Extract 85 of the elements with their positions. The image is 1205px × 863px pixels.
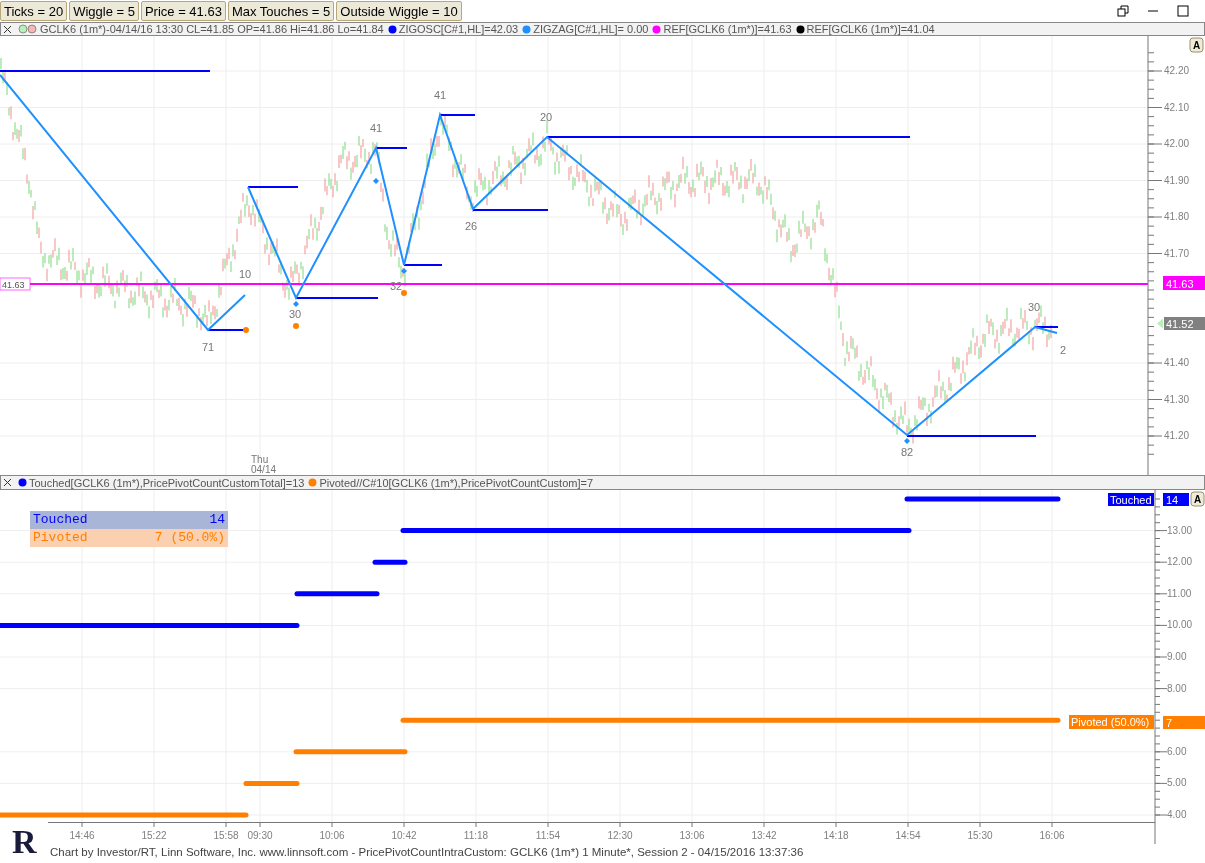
parameter-button[interactable]: Max Touches = 5 [227, 1, 335, 21]
close-icon[interactable] [3, 24, 12, 34]
series-tag: Pivoted (50.0%) [1069, 715, 1154, 729]
series-value-tag: 7 [1163, 716, 1205, 729]
price-axis-label: 41.20 [1164, 430, 1190, 441]
summary-value: 14 [209, 511, 225, 529]
count-axis-label: 9.00 [1167, 651, 1187, 662]
count-axis-label: 13.00 [1167, 524, 1193, 536]
time-axis-label: 14:46 [69, 830, 95, 841]
pivot-count-label: 26 [464, 220, 478, 232]
pivot-count-label: 20 [539, 111, 553, 123]
pivot-diamond-icon [401, 268, 407, 274]
price-axis-label: 41.80 [1164, 211, 1190, 222]
autoscale-button[interactable]: A [1190, 491, 1205, 507]
price-axis-label: 41.30 [1164, 393, 1190, 405]
last-price-pointer-icon [1157, 318, 1163, 329]
pivot-count-label: 41 [433, 89, 447, 101]
reference-price-tag: 41.63 [0, 277, 31, 291]
pivot-count-label: 41 [369, 122, 383, 134]
count-axis-label: 8.00 [1167, 682, 1187, 694]
pivot-count-label: 30 [1027, 301, 1041, 313]
summary-label: Pivoted [33, 529, 88, 547]
pivot-count-label: 10 [238, 268, 252, 280]
autoscale-button[interactable]: A [1189, 37, 1204, 53]
pivot-diamond-icon [904, 438, 910, 444]
pivot-dot-icon [293, 323, 299, 329]
last-price-tag: 41.52 [1164, 317, 1205, 330]
pivot-count-label: 82 [900, 446, 914, 458]
time-axis-label: 15:58 [213, 830, 239, 841]
maximize-icon[interactable] [1177, 5, 1189, 17]
legend-label: Touched[GCLK6 (1m*),PricePivotCountCustomTotal]=13 [29, 476, 305, 489]
time-axis-label: 09:30 [247, 830, 273, 841]
count-axis-label: 6.00 [1167, 745, 1187, 757]
legend-label: ZIGZAG[C#1,HL]= 0.00 [533, 23, 649, 35]
close-icon[interactable] [3, 478, 12, 487]
time-axis-label: 15:22 [141, 830, 167, 841]
day-label: Thu [251, 454, 269, 465]
price-axis-label: 41.90 [1164, 174, 1190, 186]
footer-text: Chart by Investor/RT, Linn Software, Inc. www.linnsoft.com - PricePivotCountIntraCustom: GCLK6 (1m*) 1 Minute*, Session 2 - 04/15/2016 13:37:36 [49, 845, 805, 860]
summary-value: 7 (50.0%) [154, 529, 225, 547]
series-tag: Touched [1108, 493, 1154, 506]
parameter-button[interactable]: Outside Wiggle = 10 [336, 1, 462, 21]
legend-label: REF[GCLK6 (1m*)]=41.04 [806, 23, 935, 35]
legend-label: GCLK6 (1m*)-04/14/16 13:30 CL=41.85 OP=41.86 Hi=41.86 Lo=41.84 [40, 23, 384, 35]
pivot-dot-icon [243, 327, 249, 333]
count-axis-label: 12.00 [1167, 556, 1193, 568]
time-axis-label: 15:30 [967, 830, 993, 841]
pivot-diamond-icon [293, 301, 299, 307]
pivot-count-label: 71 [201, 341, 215, 353]
pivot-dot-icon [401, 290, 407, 296]
count-axis-label: 5.00 [1167, 777, 1187, 789]
reference-price-tag: 41.63 [1163, 276, 1205, 290]
bar-series-icon [18, 24, 38, 34]
pivot-diamond-icon [373, 178, 379, 184]
legend-label: ZIGOSC[C#1,HL]=42.03 [398, 23, 519, 35]
count-axis-label: 4.00 [1167, 809, 1187, 820]
parameter-button[interactable]: Price = 41.63 [140, 1, 226, 21]
date-label: 04/14 [251, 464, 277, 475]
legend-label: REF[GCLK6 (1m*)]=41.63 [663, 23, 792, 35]
series-value-tag: 14 [1163, 493, 1189, 506]
price-axis-label: 41.70 [1164, 247, 1190, 259]
parameter-button[interactable]: Wiggle = 5 [69, 1, 139, 21]
count-axis-label: 10.00 [1167, 619, 1193, 631]
time-axis-label: 13:06 [679, 830, 705, 841]
time-axis-label: 10:06 [319, 830, 345, 841]
count-axis-label: 11.00 [1167, 587, 1192, 599]
summary-label: Touched [33, 511, 88, 529]
time-axis-label: 13:42 [751, 830, 777, 841]
time-axis-label: 16:06 [1039, 830, 1065, 841]
price-axis-label: 42.00 [1164, 138, 1190, 149]
price-axis-label: 41.40 [1164, 357, 1190, 368]
pivot-count-label: 30 [288, 308, 302, 320]
restore-icon[interactable] [1117, 5, 1129, 17]
time-axis-label: 10:42 [391, 830, 417, 841]
time-axis-label: 12:30 [607, 830, 633, 841]
price-axis-label: 42.10 [1164, 101, 1190, 113]
time-axis-label: 14:18 [823, 830, 849, 841]
pivot-count-label: 2 [1059, 344, 1067, 356]
time-axis-label: 11:54 [535, 830, 561, 841]
legend-label: Pivoted//C#10[GCLK6 (1m*),PricePivotCountCustom]=7 [319, 476, 594, 489]
time-axis-label: 14:54 [895, 830, 921, 841]
parameter-button[interactable]: Ticks = 20 [0, 1, 68, 21]
logo-letter: R [12, 823, 37, 860]
price-axis-label: 42.20 [1164, 65, 1190, 76]
time-axis-label: 11:18 [463, 830, 489, 841]
